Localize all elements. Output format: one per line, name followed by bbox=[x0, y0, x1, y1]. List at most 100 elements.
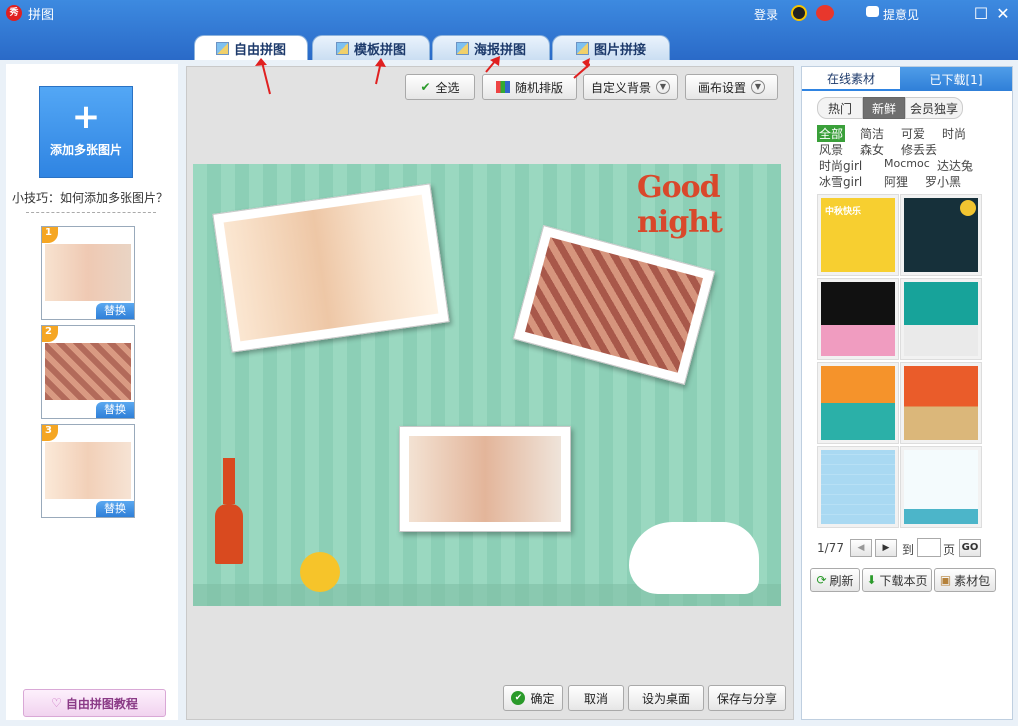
material-caption: 中秋快乐 bbox=[825, 207, 862, 217]
thumbnail-2[interactable]: 2 替换 bbox=[41, 325, 135, 419]
collage-photo-2[interactable] bbox=[512, 224, 716, 386]
thumbnail-image bbox=[45, 343, 131, 400]
next-page-button[interactable]: ▶ bbox=[875, 539, 897, 557]
material-item[interactable] bbox=[817, 278, 899, 360]
prev-page-button[interactable]: ◀ bbox=[850, 539, 872, 557]
thumbnail-3[interactable]: 3 替换 bbox=[41, 424, 135, 518]
material-item[interactable] bbox=[900, 446, 982, 528]
replace-button[interactable]: 替换 bbox=[96, 402, 134, 418]
category-mocmoc[interactable]: Mocmoc bbox=[884, 157, 930, 170]
custom-background-dropdown[interactable]: 自定义背景 ▼ bbox=[583, 74, 678, 100]
tab-label: 图片拼接 bbox=[593, 43, 646, 58]
character-hat bbox=[223, 458, 235, 504]
feedback-link[interactable]: 提意见 bbox=[883, 6, 919, 23]
page-input[interactable] bbox=[917, 538, 941, 557]
material-item[interactable] bbox=[900, 362, 982, 444]
material-item[interactable] bbox=[900, 194, 982, 276]
moon-icon bbox=[960, 200, 976, 216]
category-forest-girl[interactable]: 森女 bbox=[860, 141, 884, 158]
tutorial-label: 自由拼图教程 bbox=[65, 696, 138, 711]
category-fashion[interactable]: 时尚 bbox=[942, 125, 966, 142]
category-dadatu[interactable]: 达达兔 bbox=[937, 157, 973, 174]
material-preview bbox=[904, 366, 978, 440]
material-preview bbox=[821, 366, 895, 440]
thumbnail-image bbox=[45, 244, 131, 301]
add-images-label: 添加多张图片 bbox=[49, 143, 122, 157]
tip-link[interactable]: 小技巧：如何添加多张图片？ bbox=[10, 189, 170, 206]
refresh-label: 刷新 bbox=[829, 573, 854, 588]
category-fashion-girl[interactable]: 时尚girl bbox=[819, 157, 862, 174]
qq-icon[interactable] bbox=[791, 5, 807, 21]
page-indicator: 1/77 bbox=[817, 541, 844, 555]
login-link[interactable]: 登录 bbox=[754, 6, 778, 23]
template-icon bbox=[335, 42, 349, 55]
replace-button[interactable]: 替换 bbox=[96, 501, 134, 517]
arrow-icon bbox=[375, 65, 381, 85]
photo-image bbox=[525, 237, 703, 373]
page-unit-label: 页 bbox=[943, 543, 956, 557]
material-preview bbox=[904, 450, 978, 524]
set-desktop-button[interactable]: 设为桌面 bbox=[628, 685, 704, 711]
close-icon[interactable]: ✕ bbox=[995, 6, 1011, 22]
cancel-button[interactable]: 取消 bbox=[568, 685, 624, 711]
window-title: 拼图 bbox=[28, 8, 55, 23]
category-all[interactable]: 全部 bbox=[817, 125, 846, 142]
download-page-button[interactable]: ⬇ 下载本页 bbox=[862, 568, 932, 592]
refresh-icon: ⟳ bbox=[816, 573, 827, 587]
collage-icon bbox=[215, 42, 229, 55]
replace-button[interactable]: 替换 bbox=[96, 303, 134, 319]
material-item[interactable] bbox=[817, 362, 899, 444]
arrow-icon bbox=[255, 58, 267, 66]
material-preview bbox=[821, 450, 895, 524]
filter-hot[interactable]: 热门 bbox=[817, 97, 863, 119]
save-share-button[interactable]: 保存与分享 bbox=[708, 685, 786, 711]
refresh-button[interactable]: ⟳ 刷新 bbox=[810, 568, 860, 592]
category-simple[interactable]: 简洁 bbox=[860, 125, 884, 142]
collage-photo-1[interactable] bbox=[212, 183, 450, 353]
tutorial-button[interactable]: ♡ 自由拼图教程 bbox=[23, 689, 166, 717]
tab-online-materials[interactable]: 在线素材 bbox=[802, 67, 900, 91]
chevron-down-icon: ▼ bbox=[751, 80, 765, 94]
material-pack-button[interactable]: ▣ 素材包 bbox=[934, 568, 996, 592]
category-luoxiaohei[interactable]: 罗小黑 bbox=[925, 173, 961, 190]
thumbnail-1[interactable]: 1 替换 bbox=[41, 226, 135, 320]
category-ali[interactable]: 阿狸 bbox=[884, 173, 908, 190]
weibo-icon[interactable] bbox=[816, 5, 834, 21]
material-item[interactable] bbox=[900, 278, 982, 360]
category-cute[interactable]: 可爱 bbox=[901, 125, 925, 142]
filter-members[interactable]: 会员独享 bbox=[905, 97, 963, 119]
chat-icon bbox=[866, 6, 879, 17]
thumbnail-number: 3 bbox=[42, 425, 58, 441]
goto-label: 到 bbox=[902, 543, 915, 557]
tab-downloaded[interactable]: 已下载[1] bbox=[900, 67, 1012, 91]
poster-icon bbox=[455, 42, 469, 55]
go-button[interactable]: GO bbox=[959, 539, 981, 557]
divider bbox=[26, 212, 156, 213]
good-night-text: Good night bbox=[637, 170, 723, 240]
collage-canvas[interactable]: Good night bbox=[193, 164, 781, 606]
thumbnail-image bbox=[45, 442, 131, 499]
material-preview bbox=[904, 198, 978, 272]
canvas-settings-dropdown[interactable]: 画布设置 ▼ bbox=[685, 74, 778, 100]
material-preview: 中秋快乐 bbox=[821, 198, 895, 272]
material-item[interactable]: 中秋快乐 bbox=[817, 194, 899, 276]
filter-new[interactable]: 新鲜 bbox=[863, 97, 905, 119]
stitch-icon bbox=[575, 42, 589, 55]
character-body bbox=[215, 504, 243, 564]
material-preview bbox=[904, 282, 978, 356]
chevron-down-icon: ▼ bbox=[656, 80, 670, 94]
maximize-icon[interactable]: ☐ bbox=[973, 6, 989, 22]
category-scenery[interactable]: 风景 bbox=[819, 141, 843, 158]
thumbnail-number: 2 bbox=[42, 326, 58, 342]
polar-bear bbox=[629, 522, 759, 594]
background-label: 自定义背景 bbox=[590, 80, 651, 95]
material-preview bbox=[821, 282, 895, 356]
download-icon: ⬇ bbox=[866, 573, 877, 587]
category-ice-girl[interactable]: 冰雪girl bbox=[819, 173, 862, 190]
annotation-arrows bbox=[255, 56, 590, 95]
material-item[interactable] bbox=[817, 446, 899, 528]
collage-photo-3[interactable] bbox=[399, 426, 571, 532]
category-xiudiudiu[interactable]: 修丢丢 bbox=[901, 141, 937, 158]
add-images-button[interactable]: + 添加多张图片 bbox=[39, 86, 133, 178]
confirm-button[interactable]: ✔ 确定 bbox=[503, 685, 563, 711]
